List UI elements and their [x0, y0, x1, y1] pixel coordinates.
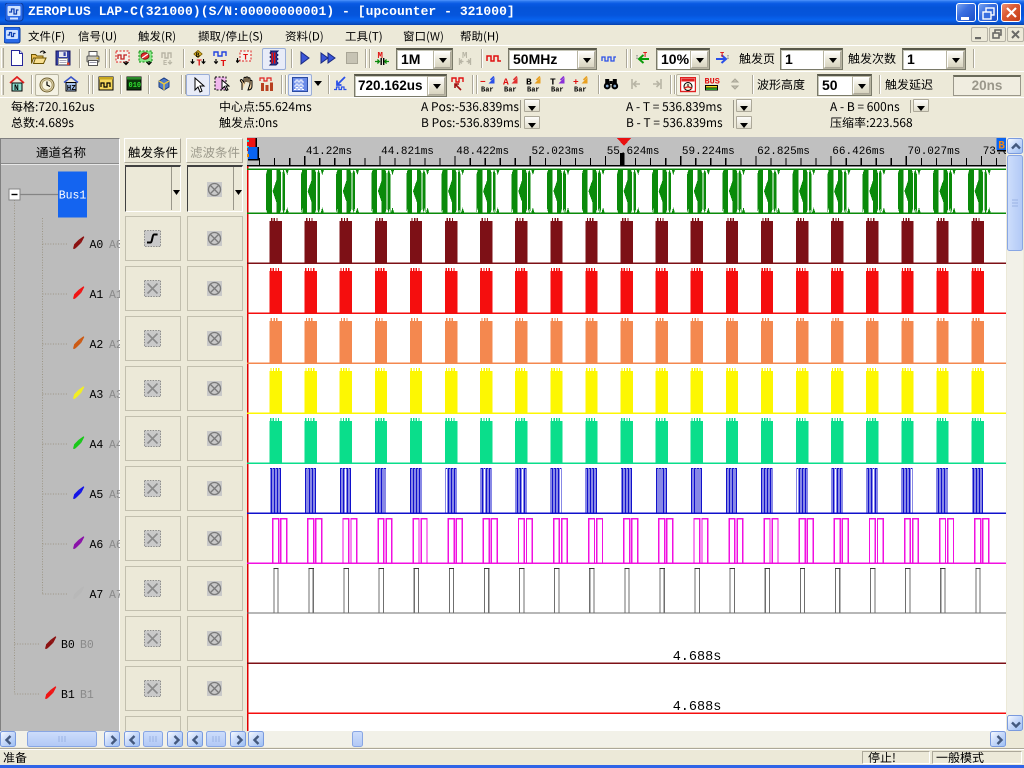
svg-text:Bus1: Bus1	[59, 190, 87, 203]
svg-text:A7: A7	[90, 589, 104, 602]
svg-text:N: N	[14, 84, 19, 92]
svg-text:T: T	[720, 52, 724, 60]
svg-text:A5: A5	[90, 489, 104, 502]
svg-text:B0: B0	[61, 639, 75, 652]
svg-text:HZ: HZ	[67, 85, 77, 92]
svg-text:44.821ms: 44.821ms	[381, 146, 434, 158]
svg-text:A1: A1	[109, 289, 120, 302]
svg-text:E: E	[163, 60, 167, 66]
svg-text:A6: A6	[109, 539, 120, 552]
svg-text:4.688s: 4.688s	[673, 650, 722, 665]
svg-text:48.422ms: 48.422ms	[456, 146, 509, 158]
svg-text:62.825ms: 62.825ms	[757, 146, 810, 158]
svg-text:Bar: Bar	[481, 87, 494, 93]
svg-text:M: M	[462, 51, 467, 61]
svg-text:010: 010	[129, 82, 142, 90]
svg-text:55.624ms: 55.624ms	[607, 146, 660, 158]
svg-text:41.22ms: 41.22ms	[306, 146, 352, 158]
svg-text:A2: A2	[109, 339, 120, 352]
svg-text:T: T	[221, 58, 227, 66]
svg-text:B: B	[998, 141, 1005, 153]
svg-text:A4: A4	[109, 439, 120, 452]
svg-text:A2: A2	[90, 339, 104, 352]
svg-text:A0: A0	[109, 239, 120, 252]
svg-text:T: T	[243, 53, 248, 63]
svg-text:Bar: Bar	[504, 87, 517, 93]
svg-text:Bar: Bar	[574, 87, 587, 93]
svg-text:A7: A7	[109, 589, 120, 602]
svg-text:A1: A1	[90, 289, 104, 302]
svg-text:A5: A5	[109, 489, 120, 502]
svg-text:Bar: Bar	[551, 87, 564, 93]
svg-text:59.224ms: 59.224ms	[682, 146, 735, 158]
svg-text:T: T	[643, 52, 647, 60]
svg-text:A6: A6	[90, 539, 104, 552]
svg-text:B1: B1	[80, 689, 94, 702]
svg-text:B1: B1	[61, 689, 75, 702]
svg-text:52.023ms: 52.023ms	[532, 146, 585, 158]
svg-text:Bar: Bar	[527, 87, 540, 93]
svg-text:A0: A0	[90, 239, 104, 252]
svg-text:B0: B0	[80, 639, 94, 652]
svg-text:A4: A4	[90, 439, 104, 452]
svg-text:A3: A3	[90, 389, 104, 402]
svg-text:A3: A3	[109, 389, 120, 402]
svg-text:T: T	[197, 59, 203, 67]
svg-text:4.688s: 4.688s	[673, 700, 722, 715]
svg-text:70.027ms: 70.027ms	[908, 146, 961, 158]
svg-text:66.426ms: 66.426ms	[832, 146, 885, 158]
